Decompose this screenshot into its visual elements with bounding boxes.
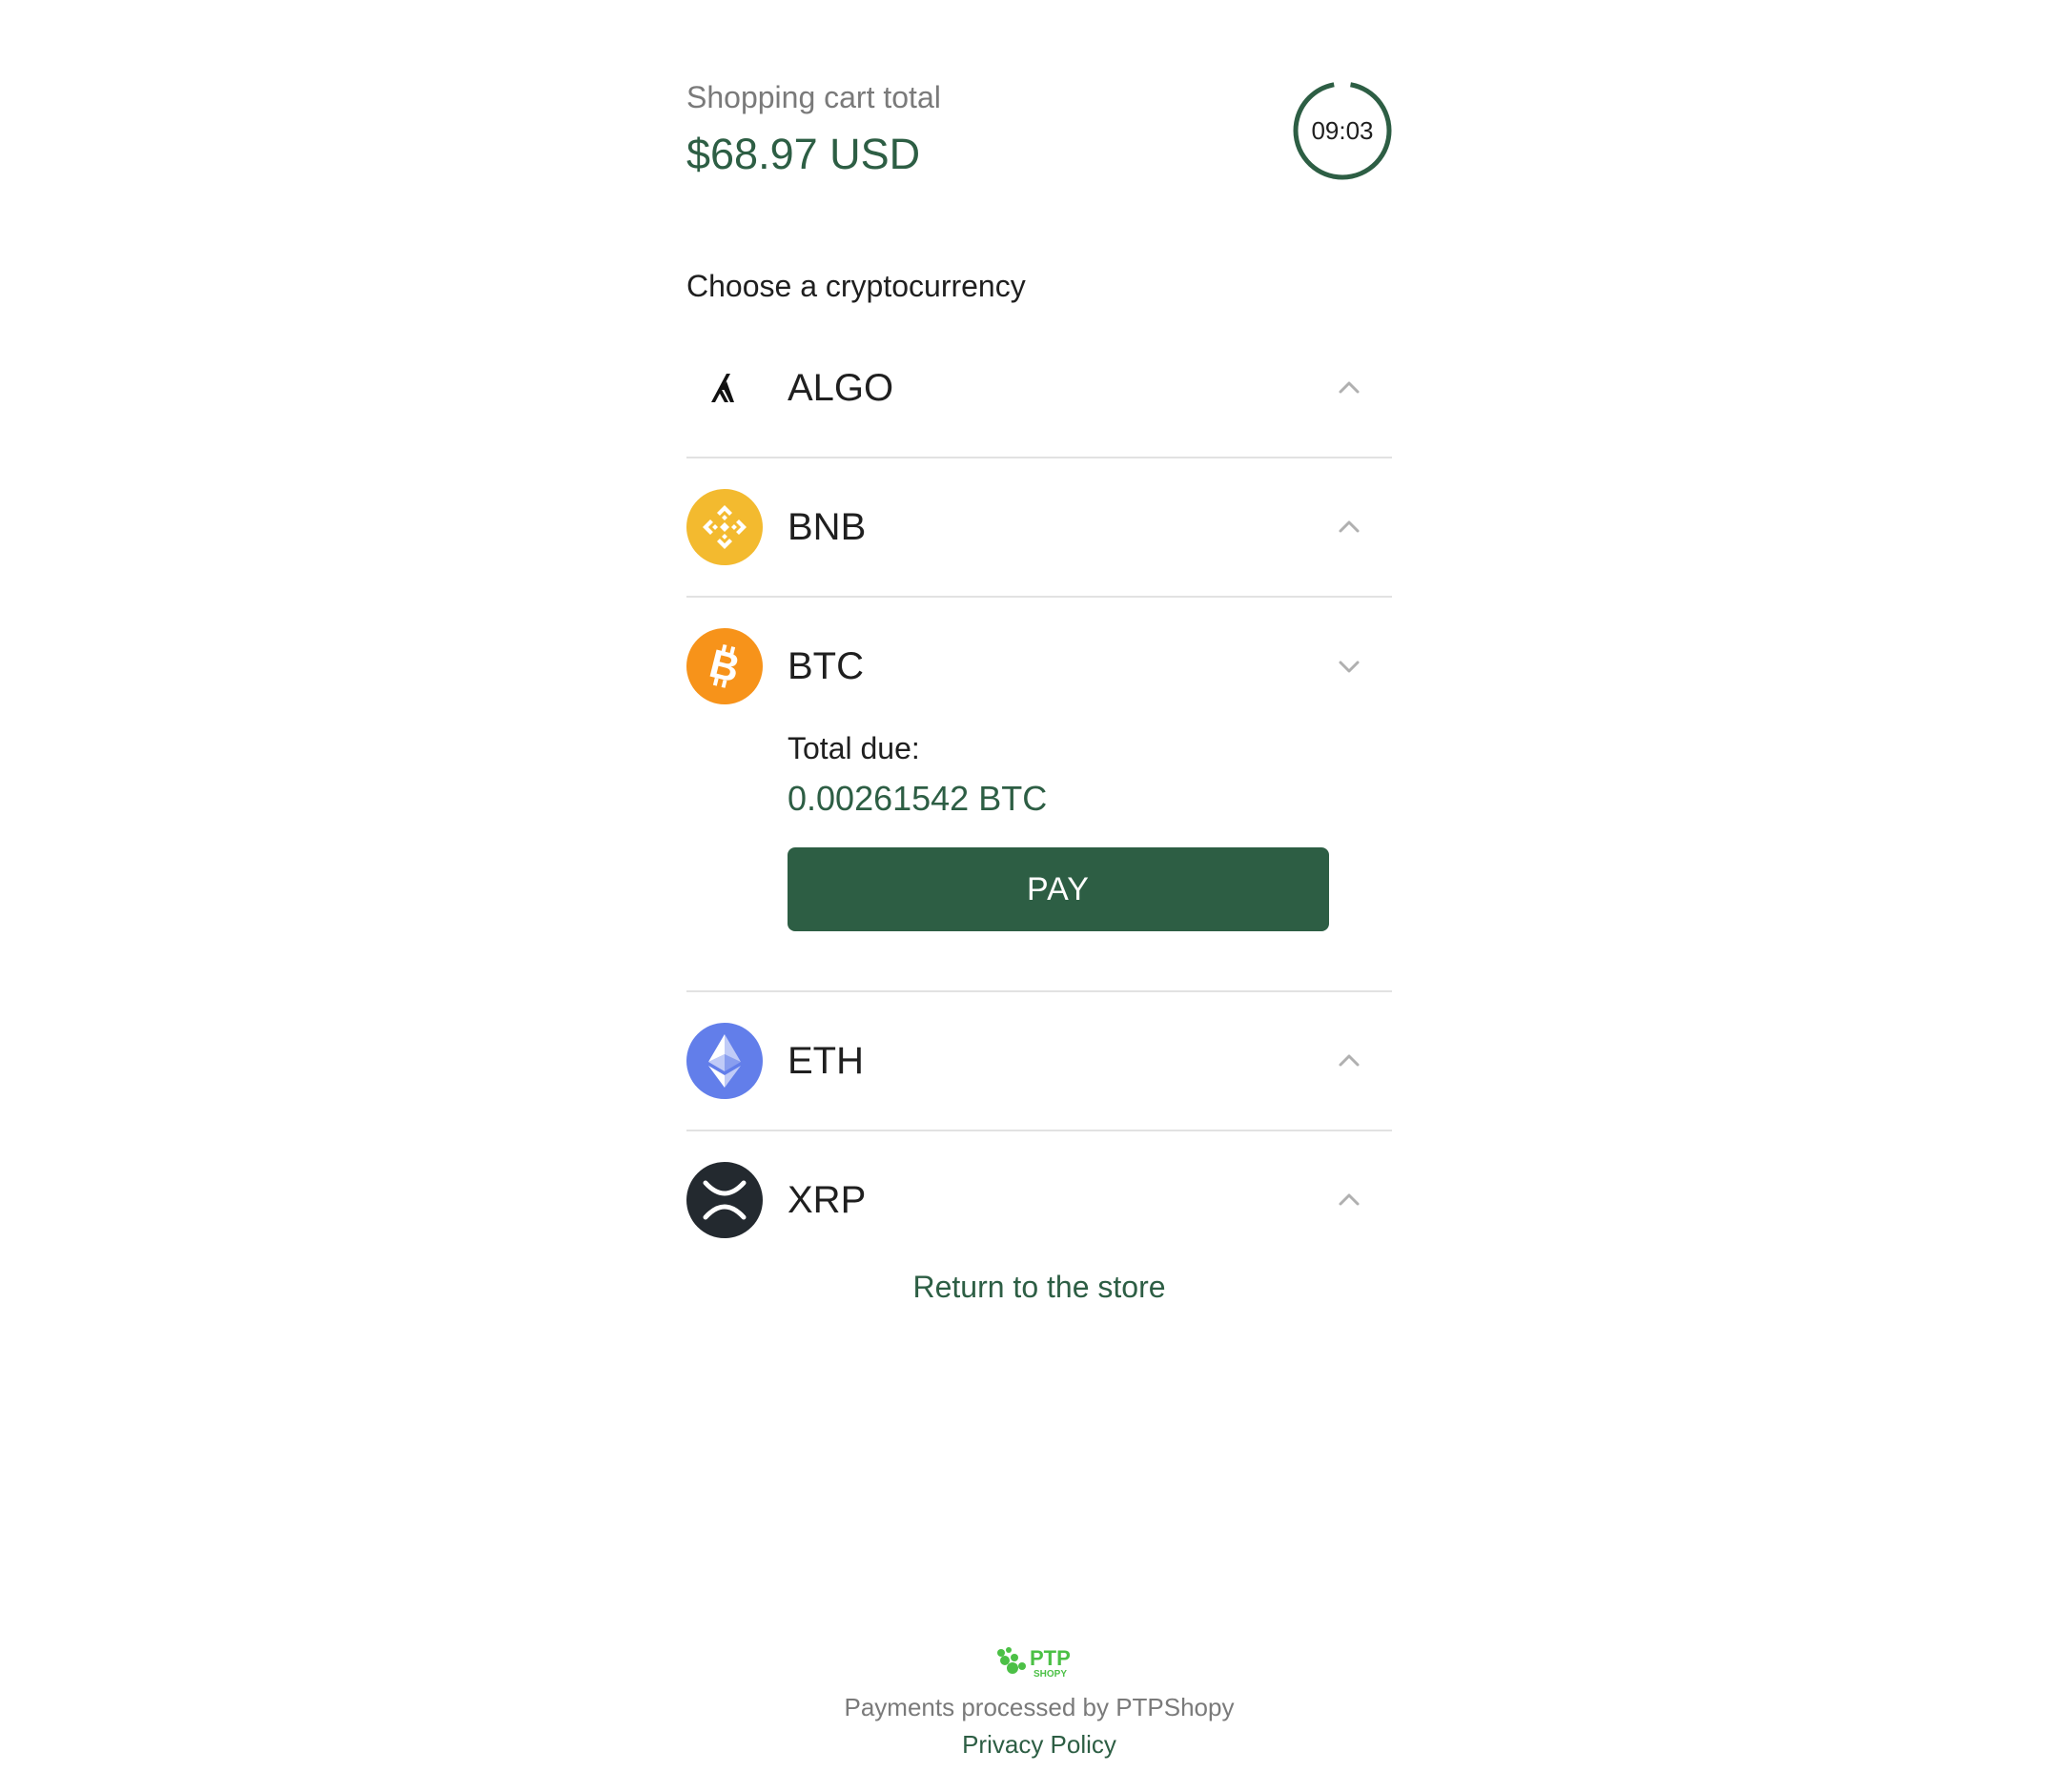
crypto-name-eth: ETH	[788, 1040, 864, 1082]
ptpshopy-logo: PTP SHOPY	[997, 1646, 1071, 1680]
cart-total-amount: $68.97 USD	[686, 130, 921, 178]
payments-processed-text: Payments processed by PTPShopy	[844, 1693, 1235, 1721]
total-due-value: 0.00261542 BTC	[788, 779, 1048, 818]
chevron-up-icon	[1339, 381, 1360, 394]
svg-text:PTP: PTP	[1030, 1646, 1071, 1670]
crypto-name-algo: ALGO	[788, 367, 894, 409]
total-due-label: Total due:	[788, 731, 920, 765]
btc-payment-panel: Total due: 0.00261542 BTC PAY	[686, 731, 1392, 990]
chevron-up-icon	[1339, 1193, 1360, 1206]
btc-icon: B	[686, 628, 763, 704]
crypto-item-eth: ETH	[686, 992, 1392, 1131]
return-to-store-link[interactable]: Return to the store	[686, 1270, 1392, 1305]
pay-button[interactable]: PAY	[788, 847, 1329, 931]
crypto-item-xrp: XRP	[686, 1131, 1392, 1269]
crypto-item-algo: ALGO	[686, 319, 1392, 458]
crypto-name-btc: BTC	[788, 645, 864, 687]
privacy-policy-link[interactable]: Privacy Policy	[686, 1730, 1392, 1760]
crypto-name-bnb: BNB	[788, 506, 867, 548]
cart-total-label: Shopping cart total	[686, 80, 941, 114]
crypto-item-bnb: BNB	[686, 458, 1392, 598]
svg-text:SHOPY: SHOPY	[1034, 1669, 1067, 1680]
timer-value: 09:03	[1311, 116, 1374, 145]
choose-crypto-heading: Choose a cryptocurrency	[686, 269, 1026, 303]
crypto-item-btc: B BTC Total due: 0.00261542 BTC PAY	[686, 598, 1392, 992]
bnb-icon	[686, 489, 763, 565]
eth-icon	[686, 1023, 763, 1099]
crypto-name-xrp: XRP	[788, 1179, 867, 1221]
crypto-toggle-bnb[interactable]: BNB	[686, 458, 1392, 596]
crypto-toggle-algo[interactable]: ALGO	[686, 319, 1392, 457]
countdown-timer: 09:03	[1292, 80, 1393, 181]
crypto-toggle-btc[interactable]: B BTC	[686, 598, 1392, 735]
crypto-toggle-eth[interactable]: ETH	[686, 992, 1392, 1130]
chevron-up-icon	[1339, 1054, 1360, 1067]
crypto-toggle-xrp[interactable]: XRP	[686, 1131, 1392, 1269]
crypto-list: ALGO BNB B BTC Total due: 0.00261542 BTC…	[686, 319, 1392, 1269]
checkout-panel: Shopping cart total $68.97 USD 09:03 Cho…	[686, 0, 1392, 1792]
chevron-down-icon	[1339, 661, 1360, 673]
xrp-icon	[686, 1162, 763, 1238]
chevron-up-icon	[1339, 520, 1360, 533]
algo-icon	[711, 374, 734, 402]
